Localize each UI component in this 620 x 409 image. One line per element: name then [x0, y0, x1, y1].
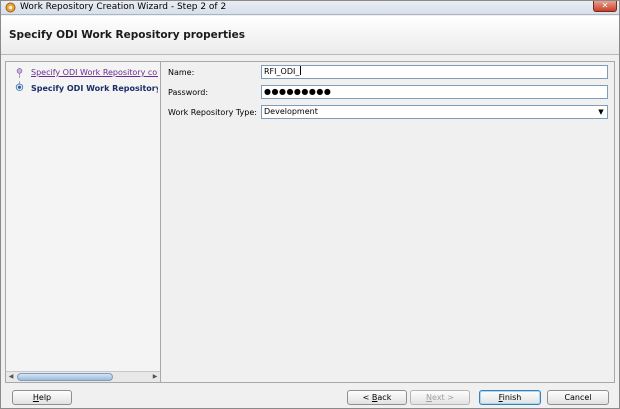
back-button[interactable]: < Back: [347, 390, 407, 405]
password-input[interactable]: ●●●●●●●●●: [261, 85, 608, 99]
step-current-icon: [15, 81, 24, 91]
scroll-left-icon[interactable]: ◀: [6, 372, 16, 382]
step-item-connection[interactable]: Specify ODI Work Repository conn: [6, 65, 158, 81]
wizard-header: Specify ODI Work Repository properties: [1, 16, 619, 55]
scroll-right-icon[interactable]: ▶: [150, 372, 160, 382]
repo-type-value: Development: [264, 107, 318, 116]
app-icon: [5, 2, 16, 13]
help-label-post: elp: [38, 393, 52, 402]
name-input[interactable]: RFI_ODI_: [261, 65, 608, 79]
close-icon: ✕: [601, 1, 609, 10]
name-label: Name:: [168, 68, 195, 77]
step-visited-icon: [16, 68, 23, 78]
cancel-label: Cancel: [564, 393, 592, 402]
help-button[interactable]: Help: [12, 390, 72, 405]
name-value: RFI_ODI_: [264, 67, 300, 76]
password-label: Password:: [168, 88, 209, 97]
back-label-post: ack: [377, 393, 392, 402]
next-button[interactable]: Next >: [410, 390, 470, 405]
next-label-post: ext >: [432, 393, 454, 402]
repo-type-label: Work Repository Type:: [168, 108, 257, 117]
step-label: Specify ODI Work Repository: [31, 84, 158, 93]
cancel-button[interactable]: Cancel: [547, 390, 609, 405]
nav-horizontal-scrollbar[interactable]: ◀ ▶: [6, 371, 160, 382]
close-button[interactable]: ✕: [593, 1, 617, 12]
window-title: Work Repository Creation Wizard - Step 2…: [20, 2, 227, 12]
step-label[interactable]: Specify ODI Work Repository conn: [31, 68, 158, 77]
title-bar[interactable]: Work Repository Creation Wizard - Step 2…: [1, 1, 619, 15]
step-item-properties[interactable]: Specify ODI Work Repository: [6, 81, 158, 97]
chevron-down-icon[interactable]: ▼: [595, 106, 607, 118]
step-navigator: Specify ODI Work Repository conn Specify…: [5, 61, 161, 383]
back-label-pre: <: [362, 393, 372, 402]
repo-type-select[interactable]: Development ▼: [261, 105, 608, 119]
finish-label-post: inish: [502, 393, 522, 402]
finish-button[interactable]: Finish: [479, 390, 541, 405]
properties-form: Name: RFI_ODI_ Password: ●●●●●●●●● Work …: [161, 61, 615, 383]
page-title: Specify ODI Work Repository properties: [9, 29, 245, 41]
wizard-window: Work Repository Creation Wizard - Step 2…: [0, 0, 620, 409]
text-caret: [300, 66, 302, 75]
password-mask: ●●●●●●●●●: [264, 87, 332, 96]
scrollbar-thumb[interactable]: [17, 373, 113, 381]
